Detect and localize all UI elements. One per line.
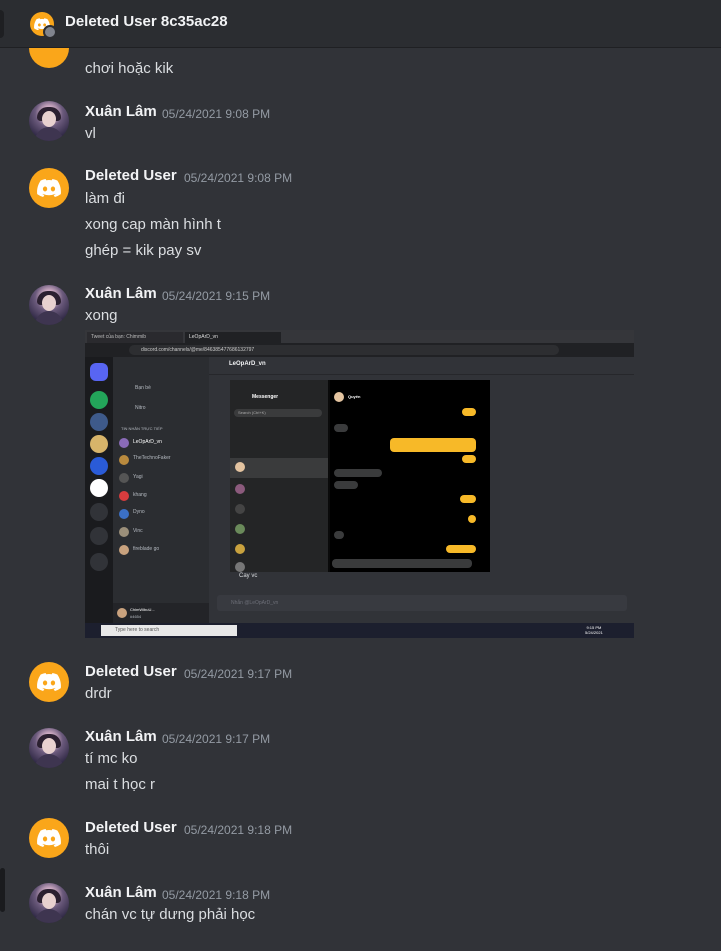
message-text: tí mc ko <box>85 750 138 767</box>
avatar[interactable] <box>29 168 69 208</box>
username[interactable]: Deleted User <box>85 167 177 184</box>
dm-item: fireblade go <box>133 546 160 552</box>
dm-item: Yagi <box>133 474 143 480</box>
messenger-window: Messenger Search (Ctrl+K) Quyên <box>230 380 490 572</box>
dm-item: khang <box>133 492 147 498</box>
avatar[interactable] <box>29 48 69 68</box>
username[interactable]: Xuân Lâm <box>85 103 157 120</box>
avatar[interactable] <box>29 883 69 923</box>
user-panel: ChimWibuU... #4654 <box>113 603 209 623</box>
dm-item: Bạn bè <box>135 385 151 391</box>
taskbar-search: Type here to search <box>101 625 237 636</box>
avatar[interactable] <box>29 101 69 141</box>
timestamp: 05/24/2021 9:17 PM <box>162 732 271 746</box>
message-text: thôi <box>85 841 110 858</box>
avatar[interactable] <box>29 728 69 768</box>
image-attachment[interactable]: Tweet của bạn: Chimmib LeOpArD_vn discor… <box>85 330 634 638</box>
messenger-contact: Quyên <box>348 394 361 399</box>
timestamp: 05/24/2021 9:15 PM <box>162 289 271 303</box>
message-text: chán vc tự dưng phải học <box>85 906 256 923</box>
messenger-search: Search (Ctrl+K) <box>234 409 322 417</box>
dm-item: LeOpArD_vn <box>133 439 162 445</box>
scrollbar-thumb[interactable] <box>0 868 5 912</box>
channel-topbar: LeOpArD_vn <box>209 357 634 375</box>
avatar[interactable] <box>29 662 69 702</box>
message-text: xong <box>85 307 118 324</box>
discord-logo-icon <box>37 673 61 691</box>
address-bar: discord.com/channels/@me/846385477686132… <box>129 345 559 355</box>
sidebar-edge[interactable] <box>0 10 4 38</box>
message-text: xong cap màn hình t <box>85 216 221 233</box>
server-list <box>85 357 113 623</box>
channel-title: LeOpArD_vn <box>229 361 266 367</box>
dm-item: Dyno <box>133 509 145 515</box>
messenger-sidebar: Messenger Search (Ctrl+K) <box>230 380 328 572</box>
message-list[interactable]: chơi hoặc kik Xuân Lâm 05/24/2021 9:08 P… <box>0 48 721 951</box>
messenger-chat: Quyên <box>330 380 490 572</box>
self-tag: #4654 <box>130 614 142 619</box>
timestamp: 05/24/2021 9:18 PM <box>162 888 271 902</box>
avatar[interactable] <box>29 818 69 858</box>
username[interactable]: Xuân Lâm <box>85 884 157 901</box>
dm-title: Deleted User 8c35ac28 <box>65 13 228 30</box>
timestamp: 05/24/2021 9:18 PM <box>184 823 293 837</box>
messenger-title: Messenger <box>252 394 279 400</box>
message-text: làm đi <box>85 190 126 207</box>
username[interactable]: Deleted User <box>85 663 177 680</box>
clock-date: 5/24/2021 <box>585 630 603 635</box>
dm-header-label: TIN NHẮN TRỰC TIẾP <box>121 426 163 431</box>
timestamp: 05/24/2021 9:08 PM <box>162 107 271 121</box>
attachment-message: Cay vc <box>239 573 258 579</box>
self-username: ChimWibuU... <box>130 607 155 612</box>
username[interactable]: Xuân Lâm <box>85 728 157 745</box>
message-text: drdr <box>85 685 112 702</box>
dm-item: TheTechnoFaker <box>133 455 171 461</box>
timestamp: 05/24/2021 9:08 PM <box>184 171 293 185</box>
timestamp: 05/24/2021 9:17 PM <box>184 667 293 681</box>
message-text: vl <box>85 125 96 142</box>
offline-status-icon <box>43 25 57 39</box>
browser-tab: Tweet của bạn: Chimmib <box>87 332 183 343</box>
taskbar-clock: 9:15 PM 5/24/2021 <box>585 625 603 635</box>
username[interactable]: Xuân Lâm <box>85 285 157 302</box>
discord-logo-icon <box>37 829 61 847</box>
avatar[interactable] <box>29 285 69 325</box>
attachment-input: Nhắn @LeOpArD_vn <box>217 595 627 611</box>
discord-logo-icon <box>37 179 61 197</box>
username[interactable]: Deleted User <box>85 819 177 836</box>
dm-item: Vinc <box>133 528 143 534</box>
message-text: chơi hoặc kik <box>85 60 174 77</box>
browser-tab-active: LeOpArD_vn <box>185 332 281 343</box>
message-text: mai t học r <box>85 776 156 793</box>
dm-sidebar: Bạn bè Nitro TIN NHẮN TRỰC TIẾP LeOpArD_… <box>113 357 209 623</box>
dm-header: Deleted User 8c35ac28 <box>0 0 721 48</box>
message-text: ghép = kik pay sv <box>85 242 202 259</box>
dm-item: Nitro <box>135 405 146 411</box>
